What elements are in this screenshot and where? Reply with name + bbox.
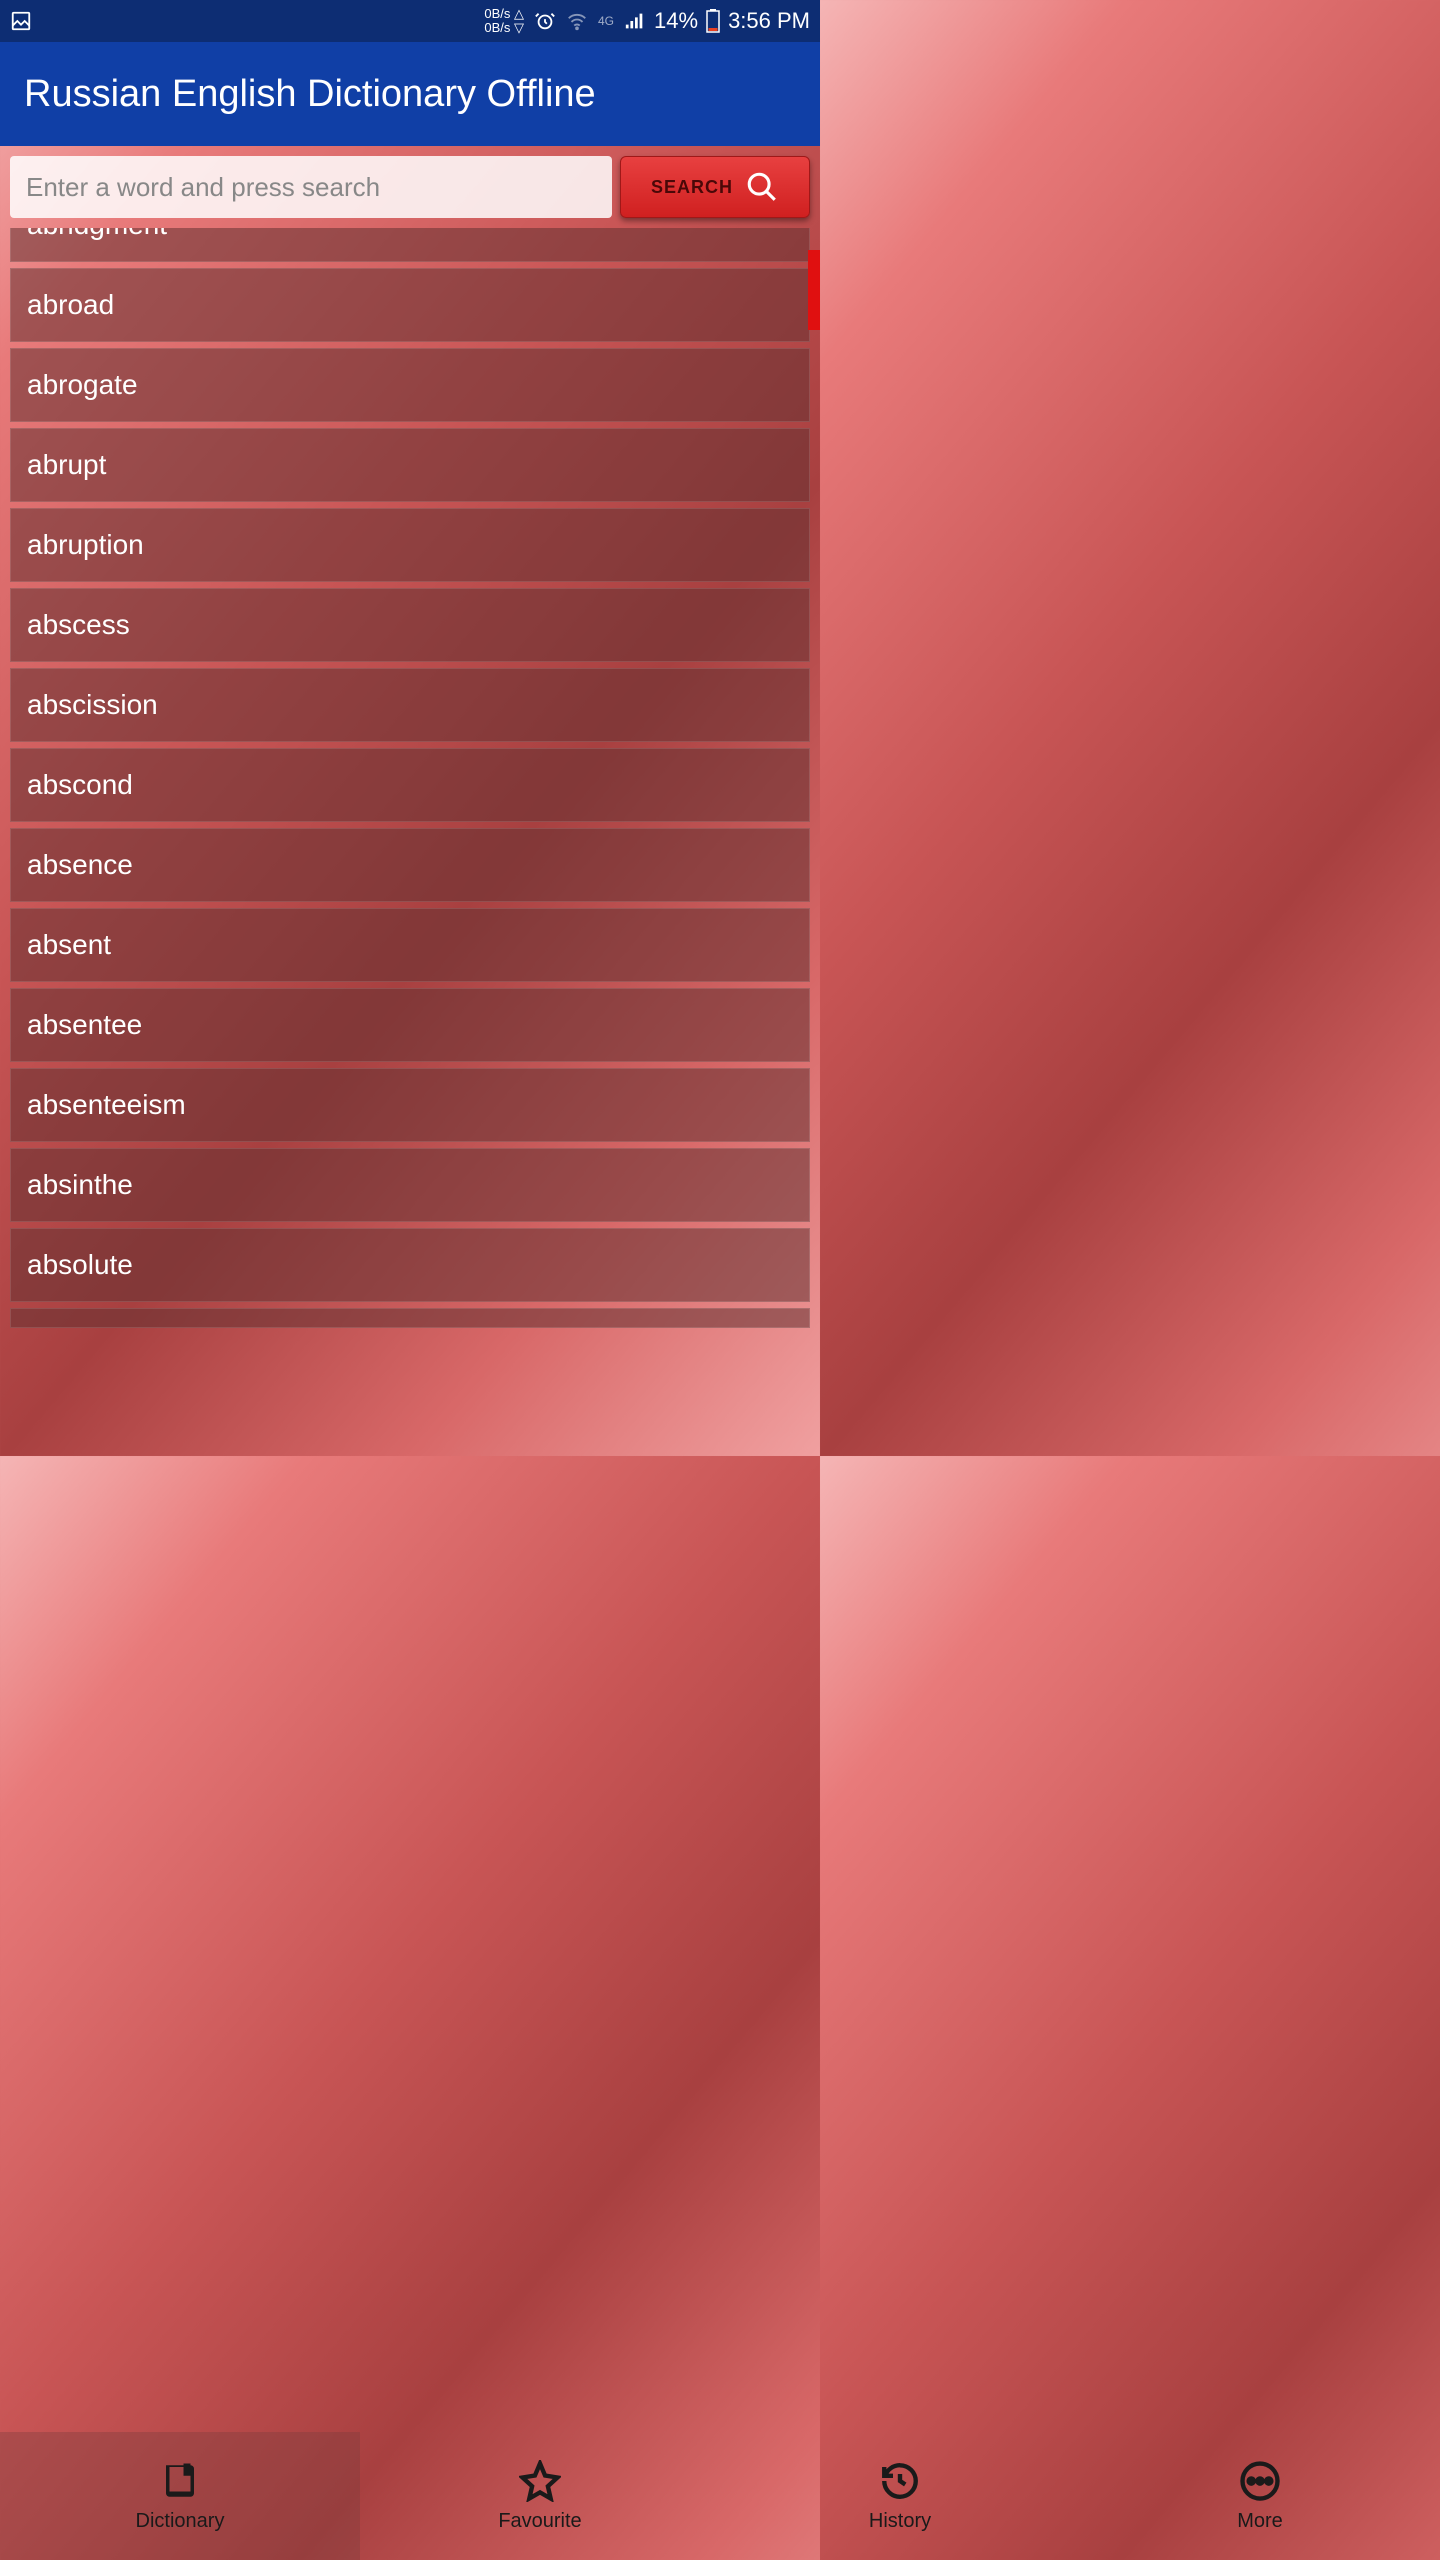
list-item[interactable]: abscission <box>10 668 810 742</box>
history-icon <box>879 2460 921 2502</box>
list-item[interactable]: absent <box>10 908 810 982</box>
nav-history[interactable]: History <box>720 2432 1080 2560</box>
list-item[interactable]: abridgment <box>10 228 810 262</box>
network-speed: 0B/s △ 0B/s ▽ <box>484 7 524 36</box>
scroll-indicator[interactable] <box>808 250 820 330</box>
nav-label: History <box>869 2510 931 2533</box>
signal-icon <box>624 10 646 32</box>
list-item[interactable]: abrupt <box>10 428 810 502</box>
list-item[interactable]: absence <box>10 828 810 902</box>
4g-label: 4G <box>598 14 614 28</box>
search-icon <box>745 170 779 204</box>
star-icon <box>519 2460 561 2502</box>
bottom-nav: Dictionary Favourite History More <box>0 2432 1440 2560</box>
more-icon <box>1239 2460 1281 2502</box>
picture-icon <box>10 10 32 32</box>
app-bar: Russian English Dictionary Offline <box>0 42 820 146</box>
app-title: Russian English Dictionary Offline <box>24 73 596 116</box>
list-item[interactable]: abruption <box>10 508 810 582</box>
list-item[interactable]: absolute <box>10 1228 810 1302</box>
nav-more[interactable]: More <box>1080 2432 1440 2560</box>
list-item[interactable] <box>10 1308 810 1328</box>
word-list[interactable]: abridgment abroad abrogate abrupt abrupt… <box>0 228 820 1328</box>
nav-label: Dictionary <box>136 2510 225 2533</box>
alarm-icon <box>534 10 556 32</box>
nav-dictionary[interactable]: Dictionary <box>0 2432 360 2560</box>
list-item[interactable]: absentee <box>10 988 810 1062</box>
wifi-icon <box>566 10 588 32</box>
nav-favourite[interactable]: Favourite <box>360 2432 720 2560</box>
search-area: SEARCH <box>0 146 820 228</box>
search-button-label: SEARCH <box>651 177 733 198</box>
list-item[interactable]: abrogate <box>10 348 810 422</box>
status-bar: 0B/s △ 0B/s ▽ 4G 14% 3:56 PM <box>0 0 820 42</box>
list-item[interactable]: absenteeism <box>10 1068 810 1142</box>
nav-label: Favourite <box>498 2510 581 2533</box>
book-icon <box>159 2460 201 2502</box>
nav-label: More <box>1237 2510 1283 2533</box>
list-item[interactable]: abscond <box>10 748 810 822</box>
search-input[interactable] <box>10 156 612 218</box>
battery-percent: 14% <box>654 8 698 34</box>
list-item[interactable]: abroad <box>10 268 810 342</box>
clock-time: 3:56 PM <box>728 8 810 34</box>
search-button[interactable]: SEARCH <box>620 156 810 218</box>
list-item[interactable]: absinthe <box>10 1148 810 1222</box>
list-item[interactable]: abscess <box>10 588 810 662</box>
battery-icon <box>706 9 720 33</box>
